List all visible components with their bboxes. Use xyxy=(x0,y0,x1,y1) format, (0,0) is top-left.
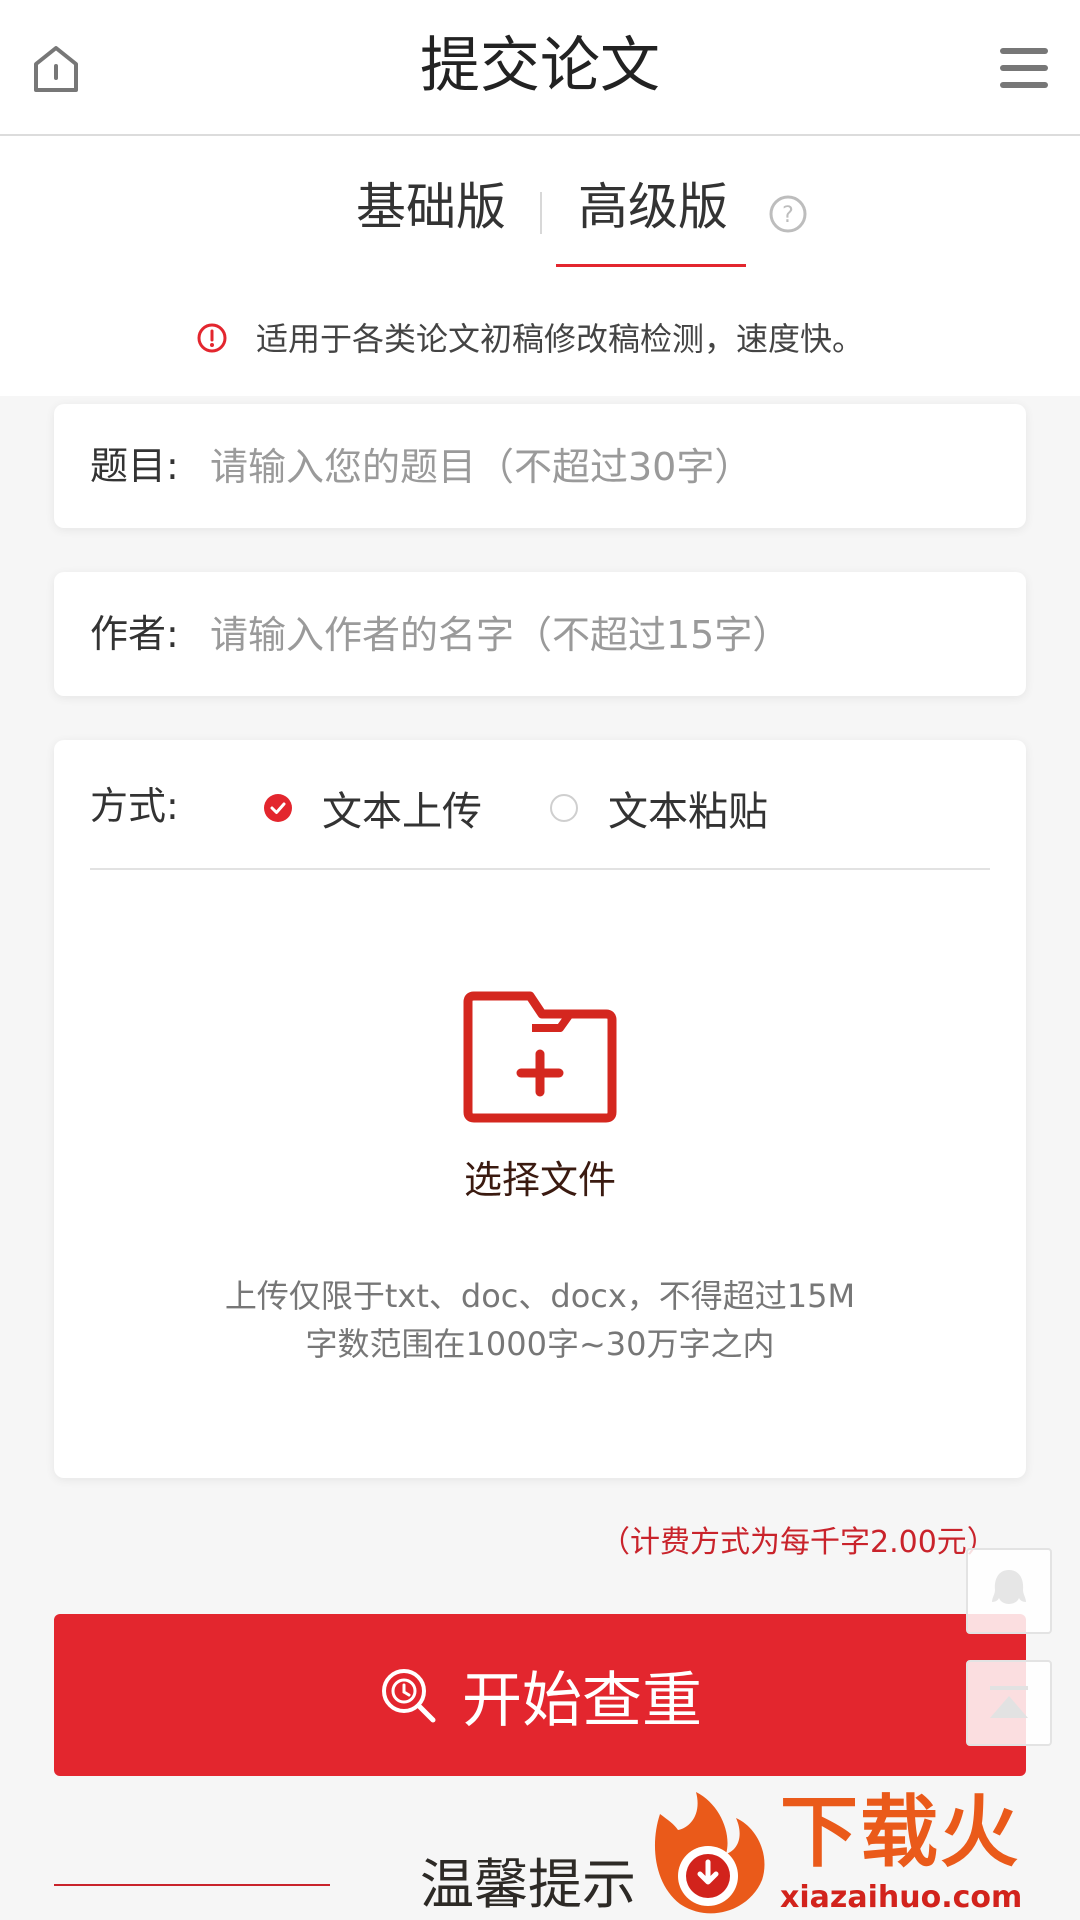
divider xyxy=(90,868,990,870)
help-icon: ? xyxy=(769,195,807,233)
upload-card: 方式: 文本上传 文本粘贴 选择文件 上传仅限于txt、doc、docx，不得超… xyxy=(54,740,1026,1478)
method-radio-paste[interactable]: 文本粘贴 xyxy=(550,782,768,835)
choose-file-button[interactable] xyxy=(460,988,620,1124)
start-check-button[interactable]: 开始查重 xyxy=(54,1614,1026,1776)
tips-title: 温馨提示 xyxy=(420,1853,636,1916)
top-bar: 提交论文 xyxy=(0,0,1080,136)
tips-divider xyxy=(54,1884,330,1886)
tab-basic[interactable]: 基础版 xyxy=(356,172,506,242)
watermark: 下载火 xiazaihuo.com xyxy=(640,1784,1080,1920)
radio-checked-icon xyxy=(264,794,292,822)
svg-text:?: ? xyxy=(782,203,794,228)
alert-icon xyxy=(197,323,227,353)
active-tab-indicator xyxy=(556,264,746,267)
watermark-domain: xiazaihuo.com xyxy=(780,1880,1023,1915)
watermark-brand: 下载火 xyxy=(780,1788,1021,1878)
menu-button[interactable] xyxy=(996,44,1052,92)
customer-service-button[interactable] xyxy=(966,1548,1052,1634)
title-field-card: 题目: xyxy=(54,404,1026,528)
xiazaihuo-logo-icon xyxy=(654,1792,765,1914)
notice-text: 适用于各类论文初稿修改稿检测，速度快。 xyxy=(256,320,865,358)
upload-hint-length: 字数范围在1000字~30万字之内 xyxy=(305,1325,775,1363)
title-input[interactable] xyxy=(208,434,992,500)
choose-file-label[interactable]: 选择文件 xyxy=(54,1152,1026,1208)
method-upload-label: 文本上传 xyxy=(322,789,482,835)
folder-add-icon xyxy=(463,991,617,1123)
back-to-top-icon xyxy=(990,1686,1028,1718)
back-to-top-button[interactable] xyxy=(966,1660,1052,1746)
menu-icon xyxy=(1000,48,1048,88)
method-paste-label: 文本粘贴 xyxy=(608,789,768,835)
author-label: 作者: xyxy=(90,612,179,656)
start-check-label: 开始查重 xyxy=(462,1665,702,1736)
author-input[interactable] xyxy=(208,602,992,668)
upload-hint-format: 上传仅限于txt、doc、docx，不得超过15M xyxy=(224,1277,856,1315)
search-check-icon xyxy=(382,1669,436,1723)
fee-note: （计费方式为每千字2.00元） xyxy=(600,1525,997,1560)
tab-advanced[interactable]: 高级版 xyxy=(578,172,728,242)
version-tabs: 基础版 高级版 ? xyxy=(0,136,1080,286)
help-button[interactable]: ? xyxy=(768,194,808,234)
method-label: 方式: xyxy=(90,784,179,828)
method-radio-upload[interactable]: 文本上传 xyxy=(264,782,482,835)
chat-icon xyxy=(992,1570,1026,1604)
radio-unchecked-icon xyxy=(550,794,578,822)
author-field-card: 作者: xyxy=(54,572,1026,696)
notice-bar: 适用于各类论文初稿修改稿检测，速度快。 xyxy=(0,286,1080,396)
page-title: 提交论文 xyxy=(420,31,660,101)
tab-divider xyxy=(540,192,542,234)
title-label: 题目: xyxy=(90,444,179,488)
